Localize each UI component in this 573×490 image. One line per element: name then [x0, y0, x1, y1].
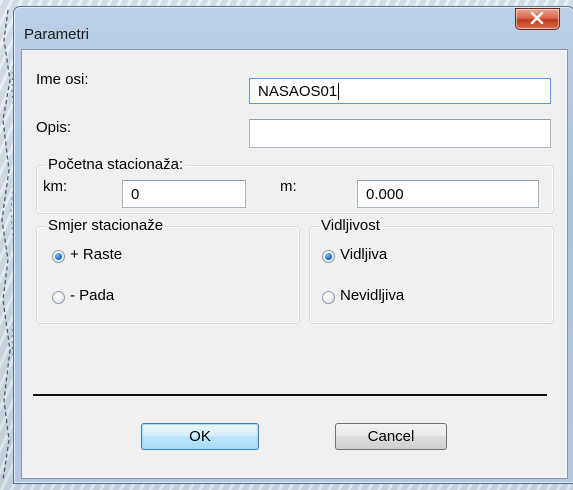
m-label: m: — [280, 178, 297, 195]
separator-line — [33, 394, 547, 396]
ime-osi-input[interactable]: NASAOS01 — [249, 78, 551, 104]
parametri-dialog: Parametri Ime osi: NASAOS01 Opis: Početn… — [13, 6, 573, 484]
radio-nevidljiva-label[interactable]: Nevidljiva — [340, 287, 404, 304]
radio-vidljiva-label[interactable]: Vidljiva — [340, 246, 387, 263]
m-value: 0.000 — [366, 185, 404, 203]
pocetna-stacionaza-legend: Početna stacionaža: — [46, 156, 186, 173]
smjer-stacionaze-group — [36, 226, 300, 324]
radio-raste-label[interactable]: + Raste — [70, 246, 122, 263]
m-input[interactable]: 0.000 — [357, 180, 539, 208]
km-value: 0 — [131, 185, 140, 203]
km-input[interactable]: 0 — [122, 180, 246, 208]
close-button[interactable] — [515, 8, 560, 30]
vidljivost-group — [309, 226, 554, 324]
cancel-button[interactable]: Cancel — [335, 423, 447, 450]
radio-nevidljiva-button[interactable] — [322, 291, 335, 304]
text-caret — [338, 82, 340, 100]
radio-pada-button[interactable] — [52, 291, 65, 304]
radio-pada-label[interactable]: - Pada — [70, 287, 114, 304]
km-label: km: — [43, 178, 68, 195]
ime-osi-value: NASAOS01 — [258, 82, 338, 100]
ok-button[interactable]: OK — [141, 423, 259, 450]
title-bar[interactable]: Parametri — [14, 7, 573, 49]
window-title: Parametri — [24, 26, 90, 43]
close-icon — [530, 12, 544, 24]
ime-osi-label: Ime osi: — [36, 71, 89, 88]
dialog-body: Ime osi: NASAOS01 Opis: Početna staciona… — [21, 49, 568, 479]
radio-vidljiva-button[interactable] — [322, 250, 335, 263]
opis-label: Opis: — [36, 119, 72, 136]
smjer-stacionaze-legend: Smjer stacionaže — [46, 217, 166, 234]
radio-raste-button[interactable] — [52, 250, 65, 263]
vidljivost-legend: Vidljivost — [319, 217, 382, 234]
opis-input[interactable] — [249, 119, 551, 148]
